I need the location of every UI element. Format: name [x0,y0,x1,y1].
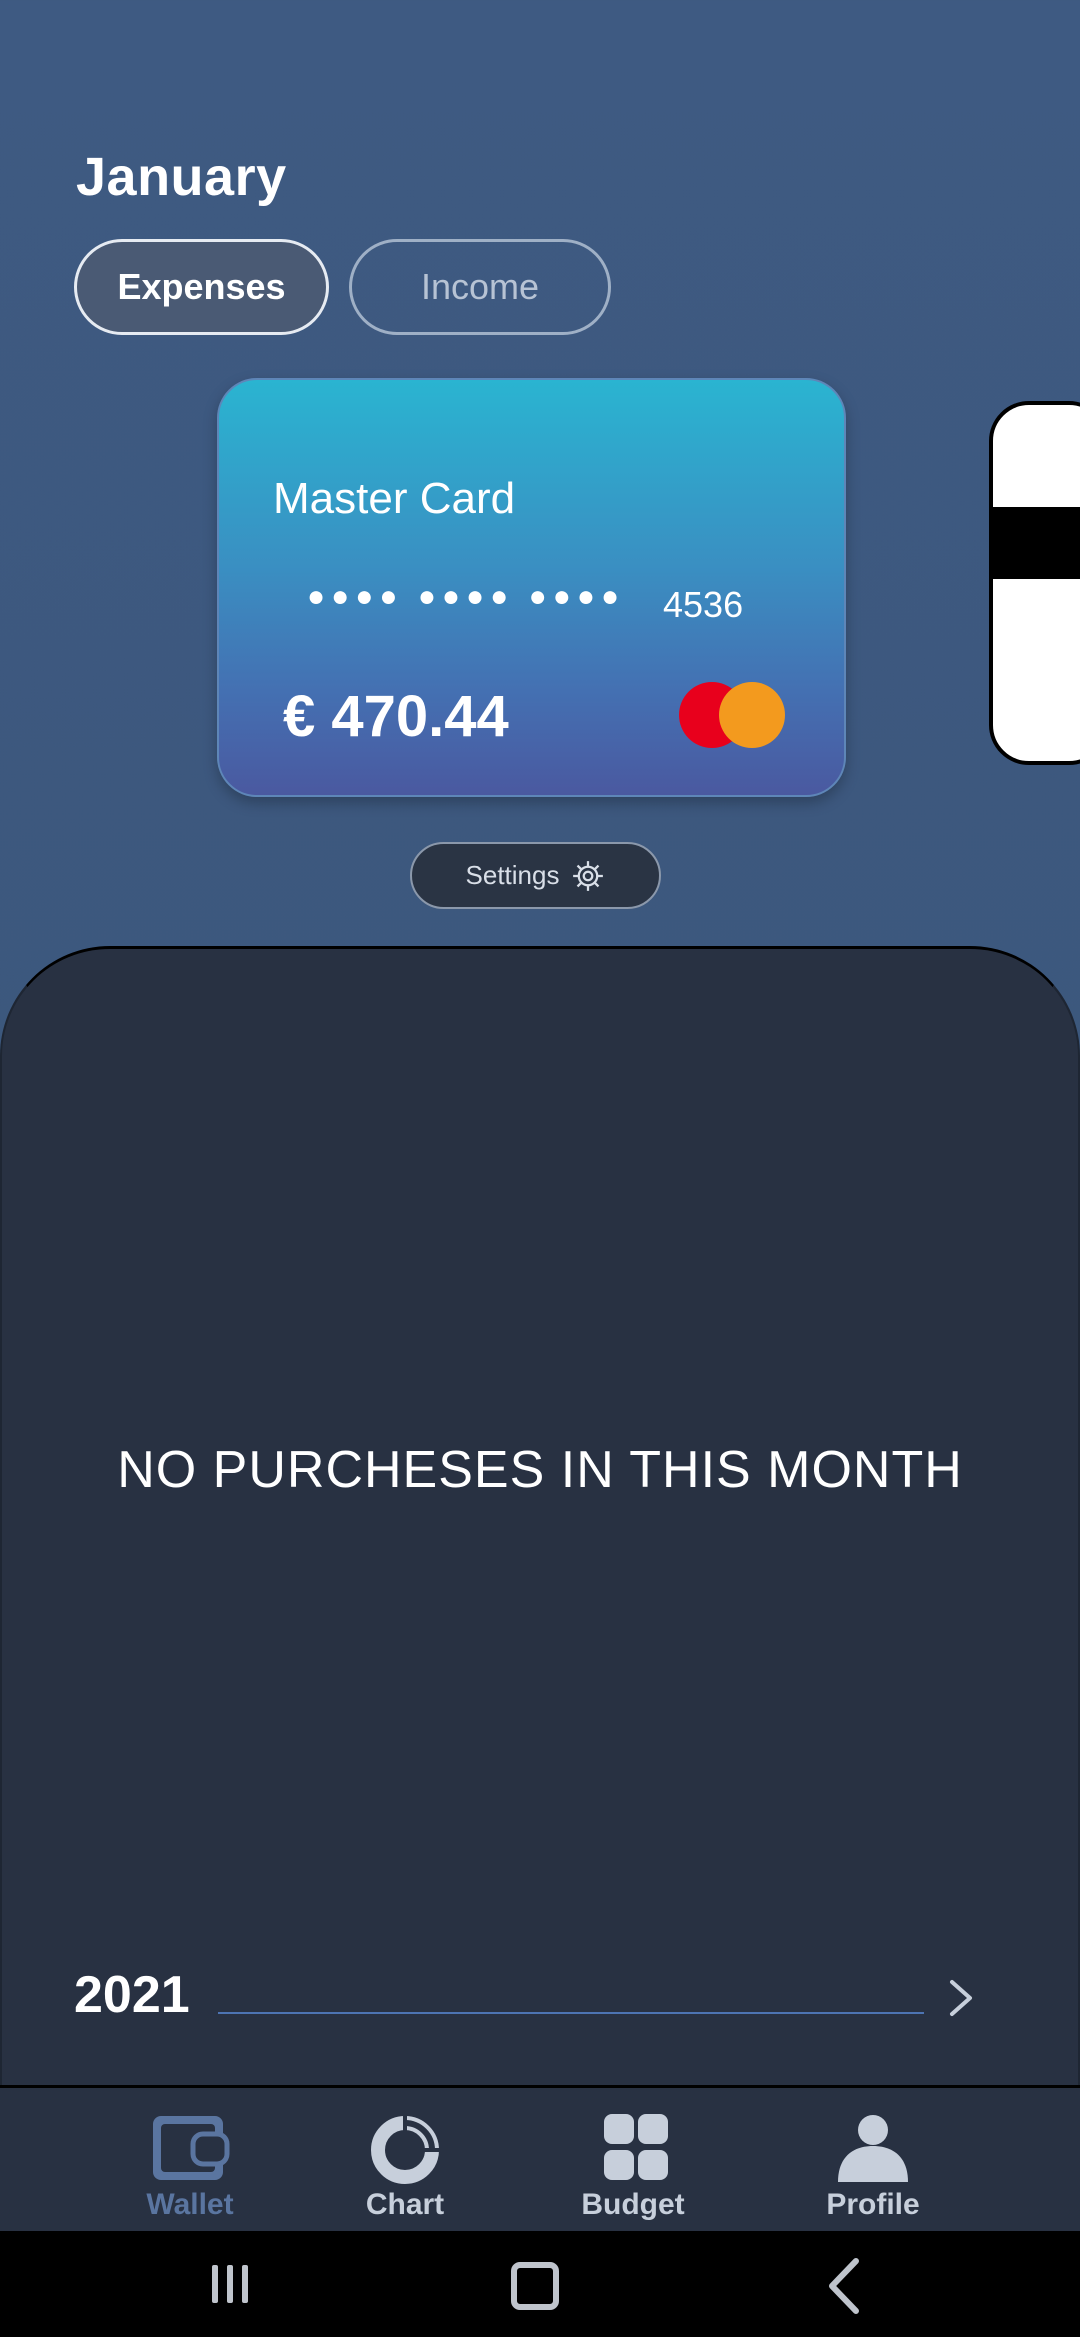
card-masked-number: ●●●● ●●●● ●●●● [307,580,626,613]
gear-icon [573,860,604,891]
chevron-right-icon[interactable] [946,1976,976,2020]
back-icon[interactable] [826,2257,862,2315]
nav-chart[interactable]: Chart [335,2112,475,2222]
bottom-navigation: Wallet Chart Budget Profile [0,2085,1080,2231]
nav-wallet-label: Wallet [146,2188,234,2221]
nav-profile[interactable]: Profile [803,2112,943,2222]
magnetic-stripe [993,507,1080,579]
tab-expenses[interactable]: Expenses [74,239,329,335]
nav-budget-label: Budget [581,2188,685,2221]
person-icon [838,2115,908,2182]
system-nav-bar [0,2231,1080,2337]
nav-budget[interactable]: Budget [563,2112,703,2222]
transactions-panel [0,946,1080,2086]
nav-wallet[interactable]: Wallet [120,2112,260,2222]
year-divider [218,2012,924,2014]
home-icon[interactable] [510,2261,560,2311]
donut-chart-icon [371,2114,442,2184]
card-last4: 4536 [663,584,744,625]
nav-profile-label: Profile [826,2188,920,2221]
settings-button[interactable]: Settings [410,842,661,909]
grid-icon [604,2114,668,2180]
settings-label: Settings [465,860,560,890]
next-card-peek[interactable] [989,401,1080,765]
month-title: January [76,147,287,207]
card-balance: € 470.44 [283,684,509,749]
year-label: 2021 [74,1966,190,2024]
tab-income[interactable]: Income [349,239,611,335]
card-name: Master Card [273,474,516,523]
nav-chart-label: Chart [365,2188,445,2221]
credit-card[interactable]: Master Card ●●●● ●●●● ●●●● 4536 € 470.44 [217,378,846,797]
wallet-icon [153,2116,230,2180]
empty-state-message: NO PURCHESES IN THIS MONTH [117,1441,963,1499]
mastercard-logo-icon [679,682,789,748]
recents-icon[interactable] [210,2263,250,2305]
